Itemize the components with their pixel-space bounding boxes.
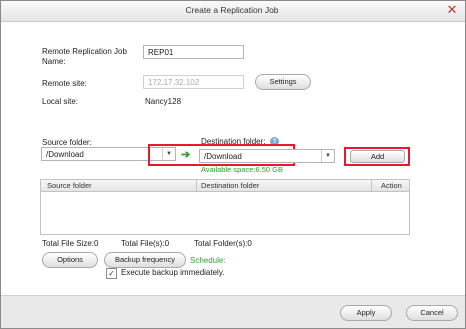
execute-immediately-checkbox[interactable]: ✓ xyxy=(106,268,117,279)
schedule-label: Schedule: xyxy=(190,256,226,265)
close-icon[interactable]: ✕ xyxy=(444,2,460,18)
column-divider xyxy=(371,180,372,191)
total-folders: Total Folder(s):0 xyxy=(194,239,252,248)
total-file-size: Total File Size:0 xyxy=(42,239,99,248)
dialog-title: Create a Replication Job xyxy=(185,5,279,15)
source-folder-value: /Download xyxy=(46,150,84,159)
apply-button[interactable]: Apply xyxy=(340,305,392,321)
job-name-input[interactable]: REP01 xyxy=(143,45,244,59)
job-name-label-line2: Name: xyxy=(42,57,66,66)
options-button[interactable]: Options xyxy=(42,252,98,268)
source-folder-label: Source folder: xyxy=(42,138,92,147)
column-action[interactable]: Action xyxy=(381,180,402,191)
execute-immediately-label: Execute backup immediately. xyxy=(121,268,225,277)
column-source-folder[interactable]: Source folder xyxy=(47,180,92,191)
job-name-label-line1: Remote Replication Job xyxy=(42,47,127,56)
local-site-label: Local site: xyxy=(42,97,79,106)
remote-site-input: 172.17.32.102 xyxy=(143,75,244,89)
dialog-footer xyxy=(1,295,465,328)
folder-pair-table: Source folder Destination folder Action xyxy=(40,179,410,235)
destination-folder-select[interactable]: /Download xyxy=(199,149,335,163)
destination-folder-dropdown-icon[interactable]: ▼ xyxy=(321,150,334,162)
remote-site-label: Remote site: xyxy=(42,79,87,88)
column-destination-folder[interactable]: Destination folder xyxy=(201,180,259,191)
destination-folder-value: /Download xyxy=(204,152,242,161)
cancel-button[interactable]: Cancel xyxy=(406,305,458,321)
available-space-text: Available space:6.50 GB xyxy=(201,165,283,174)
settings-button[interactable]: Settings xyxy=(255,74,311,90)
total-files: Total File(s):0 xyxy=(121,239,170,248)
backup-frequency-button[interactable]: Backup frequency xyxy=(104,252,186,268)
add-button[interactable]: Add xyxy=(350,150,405,163)
local-site-value: Nancy128 xyxy=(145,97,182,106)
column-divider xyxy=(196,180,197,191)
